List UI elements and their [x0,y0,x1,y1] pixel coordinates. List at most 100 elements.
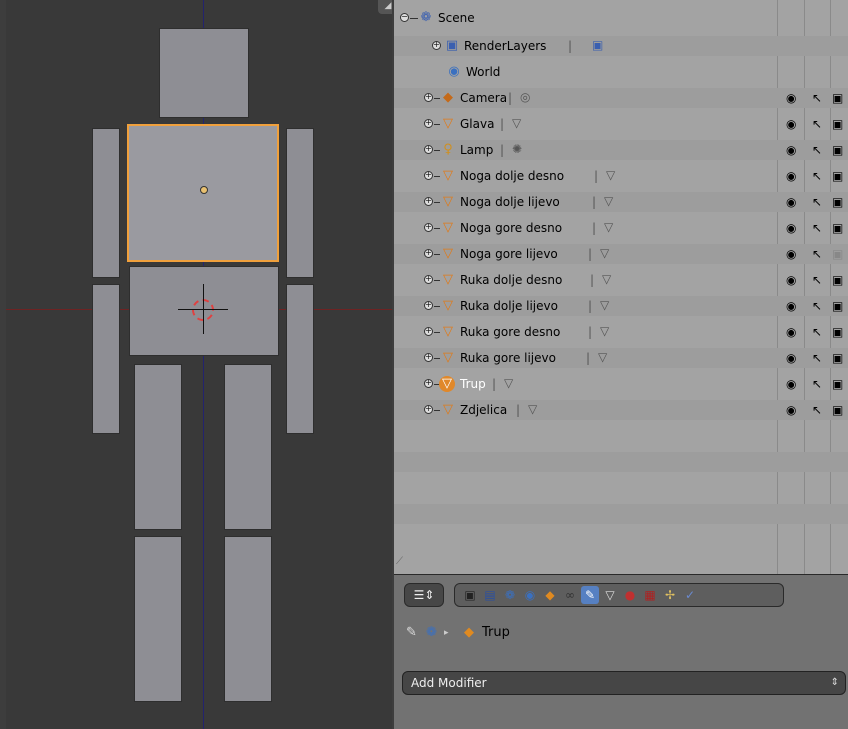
outliner-row-scene[interactable]: − ❁ Scene [394,8,848,28]
selectability-cursor-icon[interactable]: ↖ [812,142,822,158]
expand-icon[interactable]: + [424,301,433,310]
object-tab-icon[interactable]: ◆ [541,586,559,604]
renderability-camera-icon[interactable]: ▣ [832,194,843,210]
visibility-eye-icon[interactable]: ◉ [786,402,796,418]
renderability-camera-icon[interactable]: ▣ [832,272,843,288]
area-split-widget[interactable]: ◢ [378,0,392,14]
mesh-data-icon[interactable]: ▽ [602,272,611,286]
renderability-camera-icon[interactable]: ▣ [832,376,843,392]
mesh-noga-gore-desno[interactable] [134,364,182,530]
renderability-camera-icon[interactable]: ▣ [832,168,843,184]
outliner-row-ruka-dolje-desno[interactable]: + ▽ Ruka dolje desno | ▽ ◉ ↖ ▣ [394,270,848,290]
visibility-eye-icon[interactable]: ◉ [786,298,796,314]
visibility-eye-icon[interactable]: ◉ [786,272,796,288]
expand-icon[interactable]: + [424,327,433,336]
particles-tab-icon[interactable]: ✢ [661,586,679,604]
renderability-camera-disabled-icon[interactable]: ▣ [832,246,843,262]
visibility-eye-icon[interactable]: ◉ [786,220,796,236]
lamp-data-icon[interactable]: ✺ [512,142,522,156]
mesh-noga-gore-lijevo[interactable] [224,364,272,530]
selectability-cursor-icon[interactable]: ↖ [812,246,822,262]
selectability-cursor-icon[interactable]: ↖ [812,116,822,132]
outliner-row-ruka-gore-desno[interactable]: + ▽ Ruka gore desno | ▽ ◉ ↖ ▣ [394,322,848,342]
pin-icon[interactable]: ✎ [406,625,417,640]
outliner-row-noga-gore-desno[interactable]: + ▽ Noga gore desno | ▽ ◉ ↖ ▣ [394,218,848,238]
outliner-row-renderlayers[interactable]: + ▣ RenderLayers | ▣ [394,36,848,56]
scene-tab-icon[interactable]: ❁ [501,586,519,604]
outliner-row-lamp[interactable]: + ♀ Lamp | ✺ ◉ ↖ ▣ [394,140,848,160]
render-tab-camera-icon[interactable]: ▣ [461,586,479,604]
outliner-row-noga-gore-lijevo[interactable]: + ▽ Noga gore lijevo | ▽ ◉ ↖ ▣ [394,244,848,264]
expand-icon[interactable]: + [424,145,433,154]
mesh-ruka-gore-desno[interactable] [92,128,120,278]
world-tab-icon[interactable]: ◉ [521,586,539,604]
add-modifier-dropdown[interactable]: Add Modifier ⇕ [402,671,846,695]
collapse-icon[interactable]: − [400,13,409,22]
outliner-row-world[interactable]: ◉ World [394,62,848,82]
mesh-data-icon[interactable]: ▽ [600,298,609,312]
renderability-camera-icon[interactable]: ▣ [832,402,843,418]
outliner-row-trup[interactable]: + ▽ Trup | ▽ ◉ ↖ ▣ [394,374,848,394]
mesh-data-icon[interactable]: ▽ [600,324,609,338]
data-tab-mesh-icon[interactable]: ▽ [601,586,619,604]
outliner-row-ruka-gore-lijevo[interactable]: + ▽ Ruka gore lijevo | ▽ ◉ ↖ ▣ [394,348,848,368]
expand-icon[interactable]: + [424,223,433,232]
selectability-cursor-icon[interactable]: ↖ [812,272,822,288]
visibility-eye-icon[interactable]: ◉ [786,142,796,158]
visibility-eye-icon[interactable]: ◉ [786,90,796,106]
expand-icon[interactable]: + [424,379,433,388]
mesh-ruka-dolje-lijevo[interactable] [286,284,314,434]
outliner-row-ruka-dolje-lijevo[interactable]: + ▽ Ruka dolje lijevo | ▽ ◉ ↖ ▣ [394,296,848,316]
camera-data-icon[interactable]: ◎ [520,90,530,104]
visibility-eye-icon[interactable]: ◉ [786,376,796,392]
mesh-data-icon[interactable]: ▽ [598,350,607,364]
selectability-cursor-icon[interactable]: ↖ [812,324,822,340]
renderability-camera-icon[interactable]: ▣ [832,350,843,366]
expand-icon[interactable]: + [424,249,433,258]
renderlayers-tab-icon[interactable]: ▤ [481,586,499,604]
renderability-camera-icon[interactable]: ▣ [832,142,843,158]
outliner-row-glava[interactable]: + ▽ Glava | ▽ ◉ ↖ ▣ [394,114,848,134]
renderability-camera-icon[interactable]: ▣ [832,298,843,314]
mesh-noga-dolje-desno[interactable] [134,536,182,702]
physics-tab-icon[interactable]: ✓ [681,586,699,604]
visibility-eye-icon[interactable]: ◉ [786,246,796,262]
selectability-cursor-icon[interactable]: ↖ [812,194,822,210]
selectability-cursor-icon[interactable]: ↖ [812,168,822,184]
selectability-cursor-icon[interactable]: ↖ [812,90,822,106]
renderability-camera-icon[interactable]: ▣ [832,220,843,236]
mesh-data-icon[interactable]: ▽ [528,402,537,416]
renderlayer-data-icon[interactable]: ▣ [592,38,603,52]
visibility-eye-icon[interactable]: ◉ [786,116,796,132]
mesh-data-icon[interactable]: ▽ [512,116,521,130]
mesh-glava[interactable] [159,28,249,118]
texture-tab-icon[interactable]: ▦ [641,586,659,604]
outliner-row-camera[interactable]: + ◆ Camera | ◎ ◉ ↖ ▣ [394,88,848,108]
expand-icon[interactable]: + [424,197,433,206]
outliner-row-zdjelica[interactable]: + ▽ Zdjelica | ▽ ◉ ↖ ▣ [394,400,848,420]
constraints-tab-icon[interactable]: ∞ [561,586,579,604]
visibility-eye-icon[interactable]: ◉ [786,324,796,340]
visibility-eye-icon[interactable]: ◉ [786,168,796,184]
editor-type-button[interactable]: ☰⇕ [404,583,444,607]
renderability-camera-icon[interactable]: ▣ [832,116,843,132]
outliner-row-noga-dolje-lijevo[interactable]: + ▽ Noga dolje lijevo | ▽ ◉ ↖ ▣ [394,192,848,212]
modifiers-tab-wrench-icon[interactable]: ✎ [581,586,599,604]
expand-icon[interactable]: + [432,41,441,50]
selectability-cursor-icon[interactable]: ↖ [812,376,822,392]
selectability-cursor-icon[interactable]: ↖ [812,402,822,418]
selectability-cursor-icon[interactable]: ↖ [812,220,822,236]
visibility-eye-icon[interactable]: ◉ [786,350,796,366]
mesh-ruka-dolje-desno[interactable] [92,284,120,434]
outliner-row-noga-dolje-desno[interactable]: + ▽ Noga dolje desno | ▽ ◉ ↖ ▣ [394,166,848,186]
renderability-camera-icon[interactable]: ▣ [832,324,843,340]
selectability-cursor-icon[interactable]: ↖ [812,298,822,314]
expand-icon[interactable]: + [424,275,433,284]
selectability-cursor-icon[interactable]: ↖ [812,350,822,366]
expand-icon[interactable]: + [424,171,433,180]
mesh-data-icon[interactable]: ▽ [606,168,615,182]
mesh-ruka-gore-lijevo[interactable] [286,128,314,278]
mesh-data-icon[interactable]: ▽ [600,246,609,260]
area-resize-handle[interactable]: ⟋ [396,556,403,567]
visibility-eye-icon[interactable]: ◉ [786,194,796,210]
